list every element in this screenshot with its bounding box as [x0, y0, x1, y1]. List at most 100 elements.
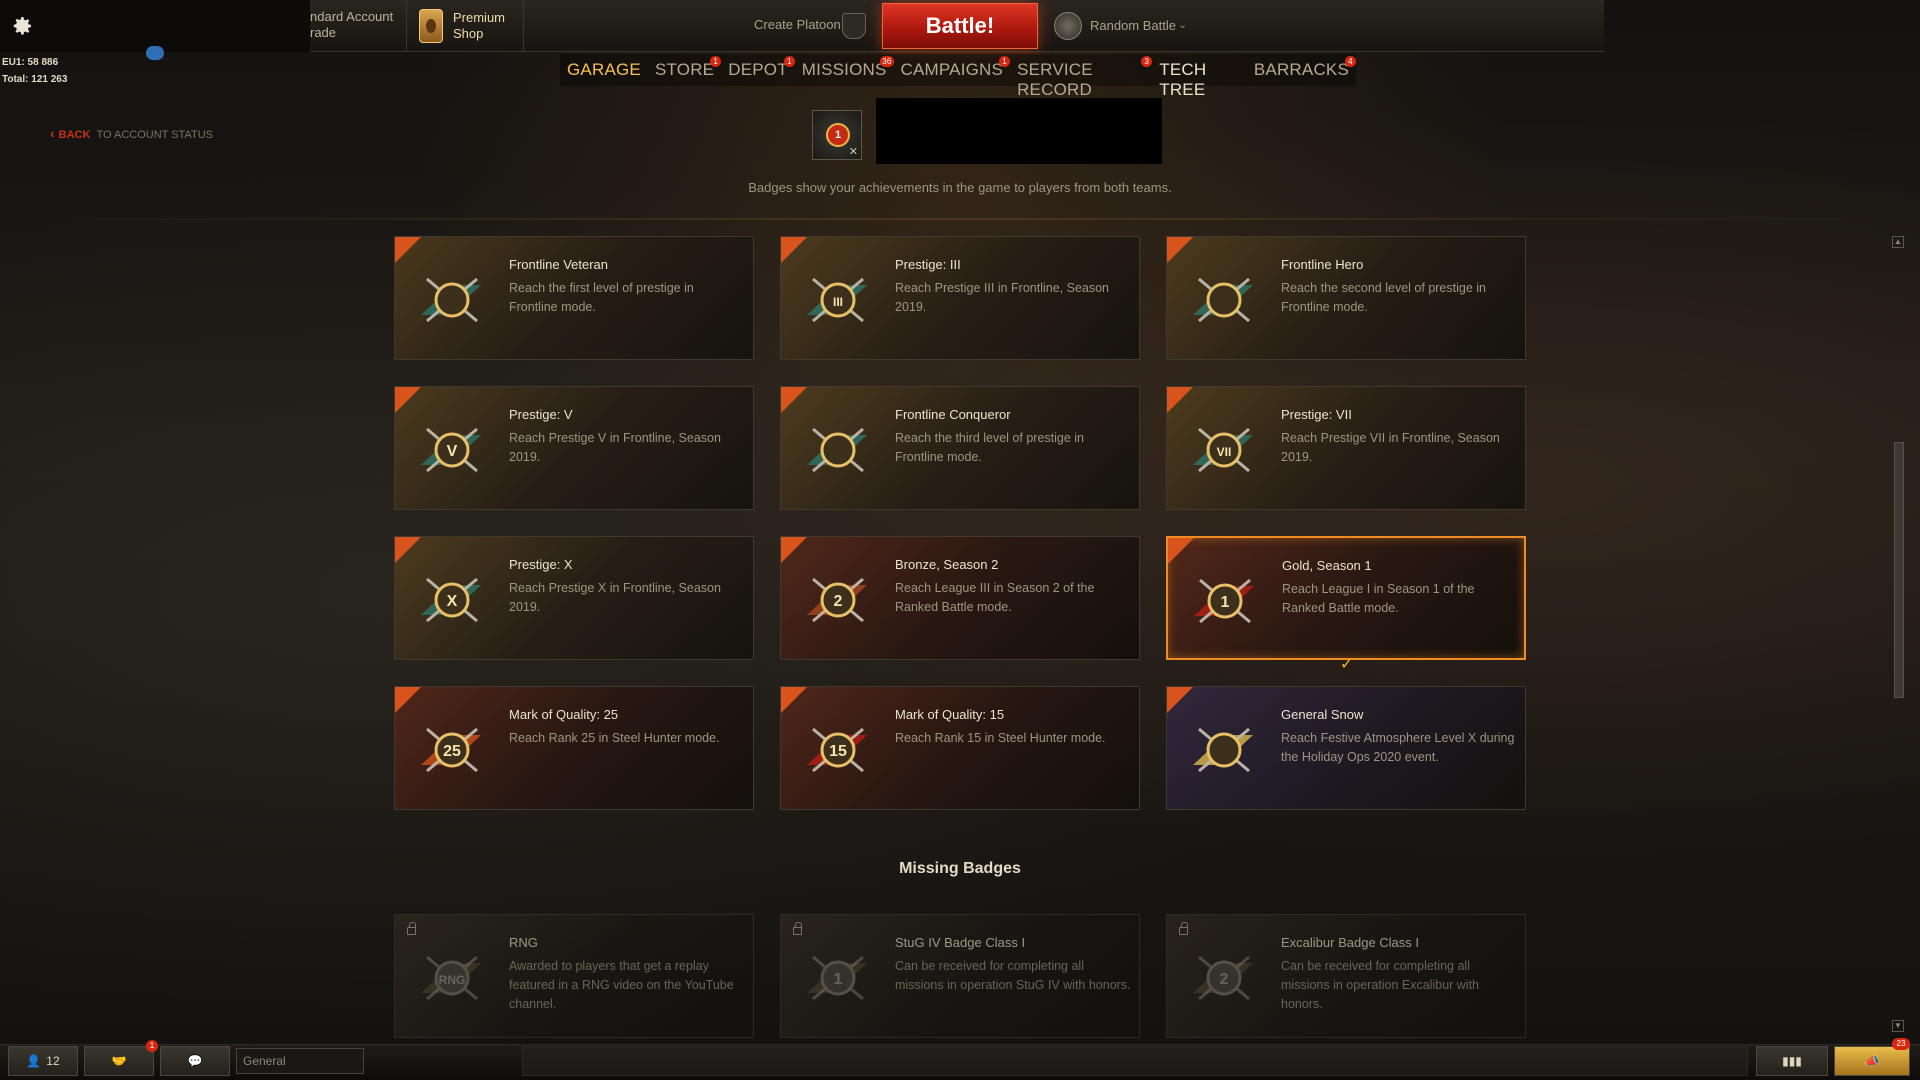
lock-icon	[407, 922, 416, 935]
ranked-gold-mini-icon: 1	[826, 123, 850, 147]
notifications-badge: 23	[1892, 1038, 1910, 1050]
badge-mark: 2	[834, 593, 843, 610]
badge-card[interactable]: Frontline Hero Reach the second level of …	[1166, 236, 1526, 360]
new-badge-corner	[1168, 538, 1194, 564]
chevron-down-icon[interactable]: ⌄	[1178, 18, 1187, 31]
badge-card[interactable]: VII Prestige: VII Reach Prestige VII in Fr…	[1166, 386, 1526, 510]
new-badge-corner	[395, 687, 421, 713]
nav-item-missions[interactable]: MISSIONS 36	[795, 54, 894, 86]
badge-title: RNG	[509, 935, 538, 950]
frontline-hero-icon	[1193, 277, 1253, 323]
badge-description: Reach Rank 25 in Steel Hunter mode.	[509, 731, 720, 745]
badge-card[interactable]: V Prestige: V Reach Prestige V in Frontlin…	[394, 386, 754, 510]
badge-card[interactable]: 25 Mark of Quality: 25 Reach Rank 25 in St…	[394, 686, 754, 810]
nav-item-barracks[interactable]: BARRACKS 4	[1247, 54, 1356, 86]
account-upgrade-link[interactable]: ndard Account rade	[310, 9, 400, 41]
header-divider	[0, 218, 1920, 220]
server-online-count: EU1: 58 886	[2, 57, 59, 68]
badge-title: Gold, Season 1	[1282, 558, 1372, 573]
notification-strip	[522, 1046, 1748, 1076]
platoon-icon[interactable]	[842, 13, 866, 39]
badge-title: Frontline Veteran	[509, 257, 609, 272]
steel-hunter-15-icon: 15	[807, 727, 867, 773]
badge-card[interactable]: Frontline Conqueror Reach the third level…	[780, 386, 1140, 510]
badge-title: Mark of Quality: 25	[509, 707, 619, 722]
megaphone-icon: 📣	[1864, 1054, 1880, 1068]
nav-badge: 1	[783, 56, 795, 67]
badge-description: Awarded to players that get a replay fea…	[509, 959, 734, 1011]
badge-description: Reach the first level of prestige in Fro…	[509, 281, 694, 314]
badge-description: Reach the third level of prestige in Fro…	[895, 431, 1084, 464]
nav-item-campaigns[interactable]: CAMPAIGNS 1	[894, 54, 1011, 86]
settings-button[interactable]	[0, 0, 44, 52]
scroll-down-button[interactable]: ▼	[1892, 1020, 1904, 1032]
badge-card[interactable]: Frontline Veteran Reach the first level o…	[394, 236, 754, 360]
battle-mode-selector[interactable]: Random Battle	[1090, 18, 1176, 33]
chat-button[interactable]: 💬	[160, 1046, 230, 1076]
nav-badge: 3	[1141, 56, 1153, 67]
nav-item-depot[interactable]: DEPOT 1	[721, 54, 795, 86]
badge-title: Prestige: V	[509, 407, 573, 422]
badge-description: Reach Rank 15 in Steel Hunter mode.	[895, 731, 1106, 745]
selected-badge-slot[interactable]: 1 ✕	[812, 110, 862, 160]
lock-icon	[793, 922, 802, 935]
nav-item-label: BARRACKS	[1253, 60, 1349, 79]
server-population: EU1: 58 886 Total: 121 263	[2, 54, 67, 88]
badge-card[interactable]: III Prestige: III Reach Prestige III in Fr…	[780, 236, 1140, 360]
badge-description: Reach Prestige X in Frontline, Season 20…	[509, 581, 721, 614]
badge-description: Reach the second level of prestige in Fr…	[1281, 281, 1486, 314]
badge-description: Can be received for completing all missi…	[1281, 959, 1480, 1011]
badges-subtitle: Badges show your achievements in the gam…	[748, 180, 1172, 195]
badge-title: StuG IV Badge Class I	[895, 935, 1026, 950]
user-icon: 👤	[26, 1054, 42, 1068]
badge-card[interactable]: General Snow Reach Festive Atmosphere Lev…	[1166, 686, 1526, 810]
nav-item-label: DEPOT	[728, 60, 788, 79]
badge-card[interactable]: 2 Bronze, Season 2 Reach League III in Sea…	[780, 536, 1140, 660]
badge-title: Excalibur Badge Class I	[1281, 935, 1420, 950]
nav-item-garage[interactable]: GARAGE	[560, 54, 648, 86]
new-badge-corner	[1167, 237, 1193, 263]
notifications-button[interactable]: 📣	[1834, 1046, 1910, 1076]
badge-mark: III	[833, 295, 843, 309]
scroll-up-button[interactable]: ▲	[1892, 236, 1904, 248]
prestige-x-icon: X	[421, 577, 481, 623]
badge-mark: X	[447, 593, 458, 610]
badge-title: Frontline Conqueror	[895, 407, 1011, 422]
create-platoon-button[interactable]: Create Platoon	[754, 17, 841, 32]
new-badge-corner	[781, 387, 807, 413]
nav-item-label: SERVICE RECORD	[1017, 60, 1093, 99]
premium-shop-icon	[419, 9, 443, 43]
badge-mark: 25	[443, 743, 461, 760]
badge-card[interactable]: 1 Gold, Season 1 Reach League I in Season …	[1166, 536, 1526, 673]
badge-card[interactable]: 15 Mark of Quality: 15 Reach Rank 15 in St…	[780, 686, 1140, 810]
contacts-button[interactable]: 👤 12	[8, 1046, 78, 1076]
frontline-veteran-icon	[421, 277, 481, 323]
prestige-v-icon: V	[421, 427, 481, 473]
rng-icon: RNG	[421, 955, 481, 1001]
gear-icon	[13, 17, 32, 35]
remove-badge-icon[interactable]: ✕	[849, 145, 858, 158]
badge-card[interactable]: X Prestige: X Reach Prestige X in Frontlin…	[394, 536, 754, 660]
account-type-label: ndard Account	[310, 9, 394, 24]
nav-item-store[interactable]: STORE 1	[648, 54, 722, 86]
badge-mark: 1	[834, 971, 843, 988]
premium-shop-button[interactable]: Premium Shop	[406, 0, 524, 52]
battle-button[interactable]: Battle!	[882, 3, 1038, 49]
nav-item-tech-tree[interactable]: TECH TREE	[1152, 54, 1247, 99]
random-battle-icon[interactable]	[1054, 12, 1082, 40]
badge-mark: 2	[1220, 971, 1229, 988]
bar-chart-icon: ▮▮▮	[1782, 1054, 1802, 1068]
ranked-gold-icon: 1	[1194, 578, 1254, 624]
xp-indicator-icon	[146, 46, 164, 60]
nav-item-service-record[interactable]: SERVICE RECORD 3	[1010, 54, 1153, 99]
stats-button[interactable]: ▮▮▮	[1756, 1046, 1828, 1076]
chat-channel-input[interactable]: General	[236, 1048, 364, 1074]
scrollbar-thumb[interactable]	[1894, 442, 1904, 698]
badge-mark: 1	[1221, 594, 1230, 611]
badge-mark: 15	[829, 743, 847, 760]
back-button[interactable]: ‹ BACK TO ACCOUNT STATUS	[50, 125, 213, 141]
friends-button[interactable]: 🤝	[84, 1046, 154, 1076]
new-badge-corner	[781, 537, 807, 563]
new-badge-corner	[781, 237, 807, 263]
premium-label: Premium	[453, 10, 506, 25]
